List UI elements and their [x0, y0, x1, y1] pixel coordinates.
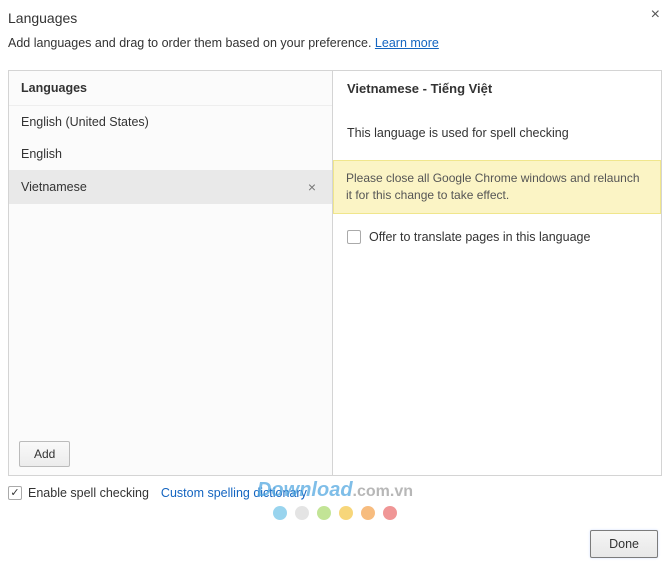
- language-list: English (United States) English Vietname…: [9, 106, 332, 433]
- page-title: Languages: [8, 10, 658, 26]
- subtitle-text: Add languages and drag to order them bas…: [8, 36, 375, 50]
- language-list-panel: Languages English (United States) Englis…: [9, 71, 333, 475]
- language-list-heading: Languages: [9, 71, 332, 106]
- dot-icon: [361, 506, 375, 520]
- offer-translate-label: Offer to translate pages in this languag…: [369, 230, 590, 244]
- add-language-button[interactable]: Add: [19, 441, 70, 467]
- enable-spell-label: Enable spell checking: [28, 486, 149, 500]
- language-label: English: [21, 147, 62, 161]
- enable-spell-checkbox[interactable]: [8, 486, 22, 500]
- learn-more-link[interactable]: Learn more: [375, 36, 439, 50]
- languages-panel: Languages English (United States) Englis…: [8, 70, 662, 476]
- relaunch-warning: Please close all Google Chrome windows a…: [333, 160, 661, 214]
- language-label: Vietnamese: [21, 180, 87, 194]
- dot-icon: [317, 506, 331, 520]
- dot-icon: [383, 506, 397, 520]
- offer-translate-row[interactable]: Offer to translate pages in this languag…: [333, 220, 661, 254]
- dot-icon: [339, 506, 353, 520]
- subtitle: Add languages and drag to order them bas…: [8, 36, 658, 50]
- language-detail-panel: Vietnamese - Tiếng Việt This language is…: [333, 71, 661, 475]
- done-button[interactable]: Done: [590, 530, 658, 558]
- remove-language-icon[interactable]: ×: [304, 179, 320, 195]
- dot-icon: [295, 506, 309, 520]
- language-item-en-us[interactable]: English (United States): [9, 106, 332, 138]
- offer-translate-checkbox[interactable]: [347, 230, 361, 244]
- watermark-dots: [257, 506, 413, 520]
- language-item-vi[interactable]: Vietnamese ×: [9, 170, 332, 204]
- custom-dictionary-link[interactable]: Custom spelling dictionary: [161, 486, 307, 500]
- language-label: English (United States): [21, 115, 149, 129]
- selected-language-heading: Vietnamese - Tiếng Việt: [333, 71, 661, 106]
- spell-check-info: This language is used for spell checking: [333, 106, 661, 154]
- close-icon[interactable]: ×: [651, 6, 660, 24]
- dot-icon: [273, 506, 287, 520]
- language-item-en[interactable]: English: [9, 138, 332, 170]
